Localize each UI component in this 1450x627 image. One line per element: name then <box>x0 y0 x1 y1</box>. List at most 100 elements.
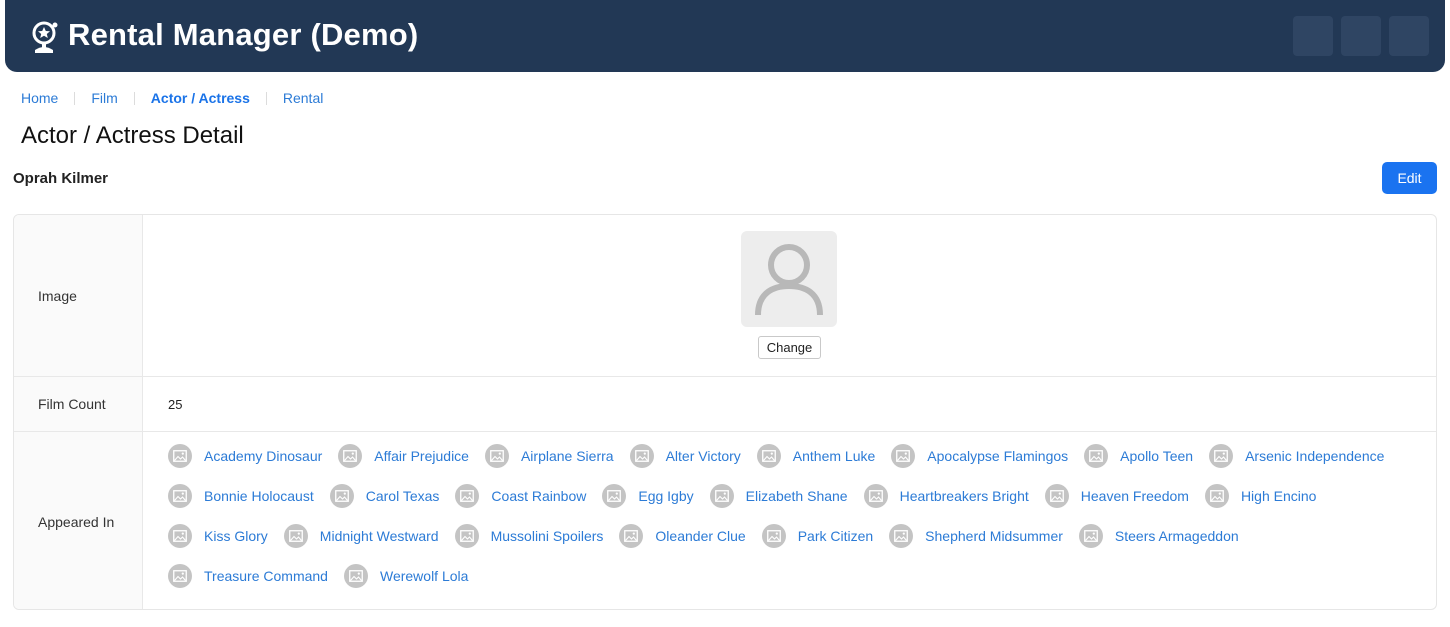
film-title: Coast Rainbow <box>491 488 587 504</box>
header-action-button-2[interactable] <box>1341 16 1381 56</box>
film-link[interactable]: Mussolini Spoilers <box>454 524 604 548</box>
film-link[interactable]: Carol Texas <box>329 484 440 508</box>
film-link[interactable]: Apocalypse Flamingos <box>891 444 1068 468</box>
film-title: Carol Texas <box>365 488 440 504</box>
breadcrumb-divider <box>74 91 76 105</box>
film-link[interactable]: Arsenic Independence <box>1209 444 1384 468</box>
film-title: Airplane Sierra <box>520 448 614 464</box>
image-placeholder-icon <box>756 444 781 468</box>
image-placeholder-icon <box>338 444 363 468</box>
image-placeholder-icon <box>602 484 627 508</box>
image-label: Image <box>14 215 143 376</box>
image-placeholder-icon <box>329 484 354 508</box>
image-value: Change <box>144 215 1436 376</box>
film-title: Mussolini Spoilers <box>490 528 604 544</box>
logo-icon <box>32 21 58 53</box>
image-placeholder-icon <box>889 524 914 548</box>
image-placeholder-icon <box>168 524 192 548</box>
film-link[interactable]: Affair Prejudice <box>338 444 469 468</box>
film-title: Apocalypse Flamingos <box>927 448 1069 464</box>
image-placeholder-icon <box>454 524 479 548</box>
film-link[interactable]: Treasure Command <box>168 564 328 588</box>
image-placeholder-icon <box>168 564 192 588</box>
film-link[interactable]: Bonnie Holocaust <box>168 484 314 508</box>
breadcrumb-divider <box>265 91 267 105</box>
page-title: Actor / Actress Detail <box>21 122 244 149</box>
film-link[interactable]: Academy Dinosaur <box>168 444 322 468</box>
film-count-label: Film Count <box>14 377 143 431</box>
film-link[interactable]: Heartbreakers Bright <box>863 484 1029 508</box>
film-link[interactable]: Steers Armageddon <box>1078 524 1239 548</box>
film-count-value: 25 <box>168 397 183 412</box>
film-title: Kiss Glory <box>204 528 268 544</box>
user-placeholder-icon <box>755 244 823 316</box>
avatar-placeholder <box>741 231 837 327</box>
film-count-row: Film Count 25 <box>14 377 1436 432</box>
film-link[interactable]: Werewolf Lola <box>343 564 469 588</box>
film-title: Park Citizen <box>797 528 874 544</box>
film-title: Bonnie Holocaust <box>204 488 314 504</box>
header-action-button-1[interactable] <box>1293 16 1333 56</box>
app-header: Rental Manager (Demo) <box>5 0 1445 72</box>
breadcrumb-actor-actress[interactable]: Actor / Actress <box>151 90 250 106</box>
appeared-in-row: Appeared In Academy Dinosaur Affair Preju… <box>14 432 1436 609</box>
film-link[interactable]: Anthem Luke <box>756 444 876 468</box>
film-count-cell: 25 <box>144 377 1436 431</box>
breadcrumb-film[interactable]: Film <box>91 90 117 106</box>
film-link[interactable]: Egg Igby <box>602 484 694 508</box>
appeared-in-label: Appeared In <box>14 432 143 609</box>
film-link[interactable]: Kiss Glory <box>168 524 268 548</box>
image-placeholder-icon <box>761 524 786 548</box>
film-title: Heartbreakers Bright <box>899 488 1029 504</box>
film-link[interactable]: Shepherd Midsummer <box>889 524 1063 548</box>
image-placeholder-icon <box>1078 524 1103 548</box>
film-link[interactable]: Apollo Teen <box>1084 444 1193 468</box>
appeared-in-value: Academy Dinosaur Affair Prejudice Airplane… <box>144 432 1436 609</box>
film-title: Arsenic Independence <box>1245 448 1385 464</box>
film-title: Oleander Clue <box>655 528 746 544</box>
film-title: Werewolf Lola <box>379 568 469 584</box>
film-title: High Encino <box>1240 488 1317 504</box>
film-title: Midnight Westward <box>319 528 439 544</box>
image-placeholder-icon <box>709 484 734 508</box>
film-title: Shepherd Midsummer <box>925 528 1063 544</box>
film-link[interactable]: Alter Victory <box>629 444 741 468</box>
image-placeholder-icon <box>343 564 368 588</box>
film-link[interactable]: Midnight Westward <box>283 524 439 548</box>
film-title: Egg Igby <box>638 488 694 504</box>
change-image-button[interactable]: Change <box>758 336 821 359</box>
film-link[interactable]: Park Citizen <box>761 524 874 548</box>
film-title: Academy Dinosaur <box>204 448 323 464</box>
image-placeholder-icon <box>168 484 192 508</box>
image-placeholder-icon <box>1204 484 1229 508</box>
app-title: Rental Manager (Demo) <box>68 17 419 52</box>
breadcrumb-home[interactable]: Home <box>21 90 58 106</box>
film-title: Anthem Luke <box>792 448 876 464</box>
film-link[interactable]: High Encino <box>1204 484 1317 508</box>
image-placeholder-icon <box>283 524 308 548</box>
breadcrumb: Home Film Actor / Actress Rental <box>21 89 323 107</box>
image-placeholder-icon <box>484 444 509 468</box>
detail-table: Image Change Film Count 25 Appeared In A… <box>13 214 1437 610</box>
image-placeholder-icon <box>1209 444 1234 468</box>
record-name: Oprah Kilmer <box>13 170 109 187</box>
image-placeholder-icon <box>891 444 916 468</box>
film-link[interactable]: Elizabeth Shane <box>709 484 848 508</box>
image-placeholder-icon <box>629 444 654 468</box>
image-row: Image Change <box>14 215 1436 377</box>
header-action-button-3[interactable] <box>1389 16 1429 56</box>
image-placeholder-icon <box>1044 484 1069 508</box>
film-title: Affair Prejudice <box>374 448 469 464</box>
film-link[interactable]: Coast Rainbow <box>455 484 586 508</box>
image-placeholder-icon <box>863 484 888 508</box>
film-title: Heaven Freedom <box>1080 488 1189 504</box>
image-placeholder-icon <box>168 444 192 468</box>
film-link[interactable]: Oleander Clue <box>619 524 746 548</box>
film-title: Alter Victory <box>665 448 741 464</box>
film-list: Academy Dinosaur Affair Prejudice Airplane… <box>168 444 1428 588</box>
film-link[interactable]: Airplane Sierra <box>484 444 614 468</box>
breadcrumb-rental[interactable]: Rental <box>283 90 323 106</box>
image-placeholder-icon <box>1084 444 1109 468</box>
edit-button[interactable]: Edit <box>1382 162 1437 194</box>
film-link[interactable]: Heaven Freedom <box>1044 484 1189 508</box>
